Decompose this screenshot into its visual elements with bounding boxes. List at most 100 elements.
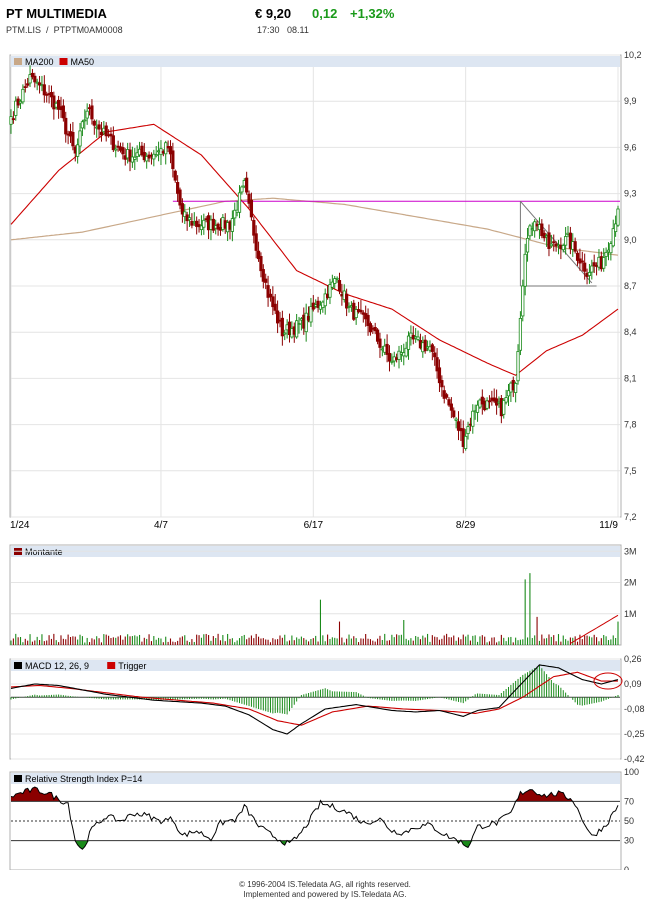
candle-body	[245, 177, 249, 193]
price-axis-label: 10,2	[624, 50, 642, 60]
macd-axis-label: -0,42	[624, 754, 645, 764]
legend-label: MA50	[71, 57, 95, 67]
chart-canvas: MA200 MA50 10,2 9,9 9,6 9,3 9,0 8,7 8,4 8,1 7,8 7,5…	[9, 50, 645, 870]
candle-body	[178, 189, 182, 206]
candle-body	[502, 400, 506, 415]
legend-label: Trigger	[118, 661, 146, 671]
candle-body	[283, 332, 287, 335]
candle-body	[487, 400, 492, 403]
candle-body	[525, 237, 530, 253]
candle-body	[42, 84, 46, 96]
candle-body	[454, 418, 458, 421]
candle-body	[61, 105, 65, 119]
candle-body	[264, 278, 268, 283]
candle-body	[516, 351, 520, 382]
candle-body	[337, 280, 342, 292]
legend-swatch	[14, 58, 22, 65]
legend-label: MACD 12, 26, 9	[25, 661, 89, 671]
candle-body	[83, 119, 87, 122]
candle-body	[547, 232, 551, 249]
legend-swatch	[14, 662, 22, 669]
candle-body	[80, 121, 85, 129]
date-axis-label: 11/9	[599, 520, 618, 531]
candle-body	[466, 426, 470, 435]
candle-body	[561, 245, 565, 251]
candle-body	[440, 380, 444, 388]
candle-body	[471, 410, 475, 427]
candle-body	[92, 120, 96, 126]
price-axis-label: 7,5	[624, 466, 637, 476]
candle-body	[259, 256, 263, 272]
candle-body	[604, 251, 608, 257]
rsi-axis-label: 30	[624, 836, 634, 846]
candle-body	[345, 293, 349, 309]
candle-body	[97, 124, 101, 130]
candle-body	[237, 192, 242, 213]
candle-body	[240, 186, 244, 193]
price-axis-label: 9,6	[624, 142, 637, 152]
rsi-axis-label: 50	[624, 816, 634, 826]
candle-body	[518, 317, 523, 351]
candle-body	[249, 199, 254, 218]
candle-body	[504, 397, 508, 403]
volume-axis-label: 2M	[624, 578, 637, 588]
candle-body	[33, 75, 37, 83]
candle-body	[423, 339, 427, 352]
legend-swatch	[14, 775, 22, 782]
macd-legend	[11, 660, 620, 671]
legend-label: Montante	[25, 547, 63, 557]
candle-body	[154, 154, 158, 157]
candle-body	[514, 383, 518, 393]
rsi-axis-label: 0	[624, 865, 629, 870]
candle-body	[26, 83, 30, 86]
rsi-axis-label: 70	[624, 796, 634, 806]
candle-body	[416, 336, 420, 340]
candle-body	[114, 148, 118, 151]
candle-body	[304, 312, 308, 333]
candle-body	[85, 110, 89, 119]
candle-body	[297, 323, 301, 325]
copyright-line: © 1996-2004 IS.Teledata AG, all rights r…	[239, 880, 411, 889]
candle-body	[121, 147, 125, 155]
candle-body	[133, 156, 137, 160]
candle-body	[64, 117, 68, 135]
price-axis-label: 9,9	[624, 96, 637, 106]
macd-axis-label: -0,08	[624, 704, 645, 714]
candle-body	[445, 394, 449, 398]
volume-panel	[9, 544, 622, 646]
candle-body	[552, 241, 556, 244]
price-legend	[11, 56, 620, 67]
candle-body	[616, 208, 620, 226]
date-axis-label: 4/7	[154, 520, 168, 531]
price-axis-label: 8,7	[624, 281, 637, 291]
candle-body	[23, 86, 27, 89]
candle-body	[583, 262, 587, 272]
candle-body	[71, 131, 75, 147]
rsi-axis-label: 100	[624, 767, 639, 777]
candle-body	[521, 285, 525, 317]
candle-body	[21, 88, 25, 103]
candle-body	[335, 277, 339, 280]
legend-label: Relative Strength Index P=14	[25, 774, 142, 784]
price-axis-label: 8,4	[624, 327, 637, 337]
legend-swatch	[59, 58, 68, 65]
macd-axis-label: -0,25	[624, 729, 645, 739]
candle-body	[254, 233, 258, 251]
candle-body	[202, 219, 206, 228]
date-axis-label: 6/17	[304, 520, 324, 531]
candle-body	[76, 144, 80, 157]
candle-body	[528, 225, 532, 237]
candle-body	[78, 130, 82, 147]
macd-axis-label: 0,26	[624, 654, 642, 664]
date-axis-label: 8/29	[456, 520, 476, 531]
candle-body	[368, 323, 373, 333]
candle-body	[90, 105, 94, 120]
candle-body	[273, 303, 277, 311]
candle-body	[602, 257, 606, 269]
candle-body	[111, 135, 115, 151]
macd-axis-label: 0,09	[624, 679, 642, 689]
candle-body	[430, 344, 434, 352]
price-axis-label: 7,2	[624, 512, 637, 522]
candle-body	[406, 335, 411, 350]
date-axis-label: 1/24	[10, 520, 30, 531]
